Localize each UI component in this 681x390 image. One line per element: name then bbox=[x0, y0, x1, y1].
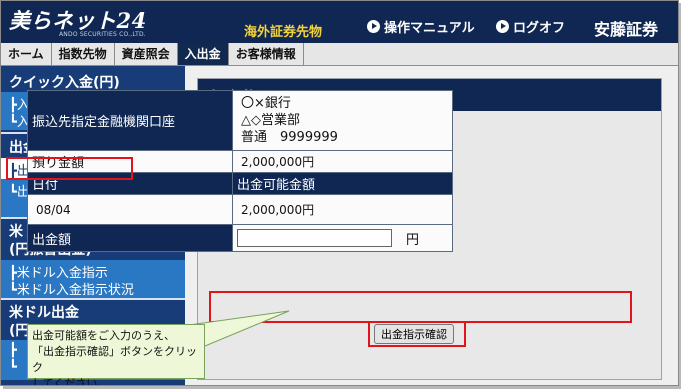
sidebar-item-usd-withdrawal-status[interactable]: ┗ bbox=[9, 360, 17, 375]
branch-name: △◇営業部 bbox=[241, 113, 300, 128]
tab-index-futures[interactable]: 指数先物 bbox=[52, 43, 115, 65]
table-row: 出金額 円 bbox=[27, 224, 453, 252]
tab-customer-info[interactable]: お客様情報 bbox=[229, 43, 304, 65]
brand-name: 安藤証券 bbox=[594, 20, 659, 39]
logo-subtitle: ANDO SECURITIES CO.,LTD. bbox=[59, 31, 146, 38]
table-row: 08/04 2,000,000円 bbox=[27, 194, 453, 225]
date-header: 日付 bbox=[27, 172, 233, 195]
account-number: 普通 9999999 bbox=[241, 130, 338, 145]
sidebar-item-usd-withdrawal-instruction[interactable]: ┣ bbox=[9, 343, 17, 358]
callout-line: 「出金指示確認」ボタンをクリック bbox=[32, 345, 197, 374]
tab-home[interactable]: ホーム bbox=[1, 43, 52, 65]
product-name: 海外証券先物 bbox=[244, 25, 323, 40]
sidebar-heading-quick-deposit: クイック入金(円) bbox=[9, 75, 120, 91]
withdrawal-amount-input[interactable] bbox=[237, 229, 392, 247]
table-row: 日付 出金可能金額 bbox=[27, 172, 453, 195]
app-window: 美らネット24 ANDO SECURITIES CO.,LTD. 海外証券先物 … bbox=[0, 0, 679, 386]
bank-account-value: 〇×銀行 △◇営業部 普通 9999999 bbox=[232, 90, 453, 151]
tab-deposit-withdrawal[interactable]: 入出金 bbox=[177, 43, 229, 65]
date-value: 08/04 bbox=[27, 194, 233, 225]
arrow-right-icon bbox=[496, 20, 509, 33]
arrow-right-icon bbox=[367, 20, 380, 33]
manual-link[interactable]: 操作マニュアル bbox=[367, 17, 475, 36]
available-amount-value: 2,000,000円 bbox=[232, 194, 453, 225]
header: 美らネット24 ANDO SECURITIES CO.,LTD. 海外証券先物 … bbox=[1, 1, 678, 43]
sidebar-divider bbox=[1, 298, 185, 300]
sidebar-heading-usd-withdrawal: 米ドル出金 bbox=[9, 305, 79, 321]
deposit-balance-value: 2,000,000円 bbox=[232, 150, 453, 173]
withdrawal-amount-label: 出金額 bbox=[27, 224, 233, 252]
withdrawal-confirm-button[interactable]: 出金指示確認 bbox=[374, 324, 454, 344]
table-row: 振込先指定金融機関口座 〇×銀行 △◇営業部 普通 9999999 bbox=[27, 90, 453, 151]
logoff-link-label: ログオフ bbox=[513, 21, 566, 36]
deposit-balance-label: 預り金額 bbox=[27, 150, 233, 173]
sidebar-heading-usd-withdrawal-sub: (円 bbox=[9, 323, 30, 339]
manual-link-label: 操作マニュアル bbox=[384, 21, 475, 36]
withdrawal-amount-cell: 円 bbox=[232, 224, 453, 252]
tab-assets[interactable]: 資産照会 bbox=[115, 43, 178, 65]
callout-line: してください。 bbox=[32, 377, 109, 386]
callout-line: 出金可能額をご入力のうえ、 bbox=[32, 329, 175, 342]
yen-unit: 円 bbox=[406, 232, 420, 248]
bank-name: 〇×銀行 bbox=[241, 96, 291, 111]
logoff-link[interactable]: ログオフ bbox=[496, 17, 565, 36]
instruction-callout: 出金可能額をご入力のうえ、 「出金指示確認」ボタンをクリック してください。 bbox=[27, 324, 205, 385]
table-row: 預り金額 2,000,000円 bbox=[27, 150, 453, 173]
withdrawal-form-table: 振込先指定金融機関口座 〇×銀行 △◇営業部 普通 9999999 預り金額 2… bbox=[27, 90, 453, 252]
sidebar-item-usd-deposit-status[interactable]: ┗米ドル入金指示状況 bbox=[9, 279, 134, 298]
nav-bar: ホーム 指数先物 資産照会 入出金 お客様情報 bbox=[1, 43, 678, 66]
available-amount-header: 出金可能金額 bbox=[232, 172, 453, 195]
bank-account-label: 振込先指定金融機関口座 bbox=[27, 90, 233, 151]
